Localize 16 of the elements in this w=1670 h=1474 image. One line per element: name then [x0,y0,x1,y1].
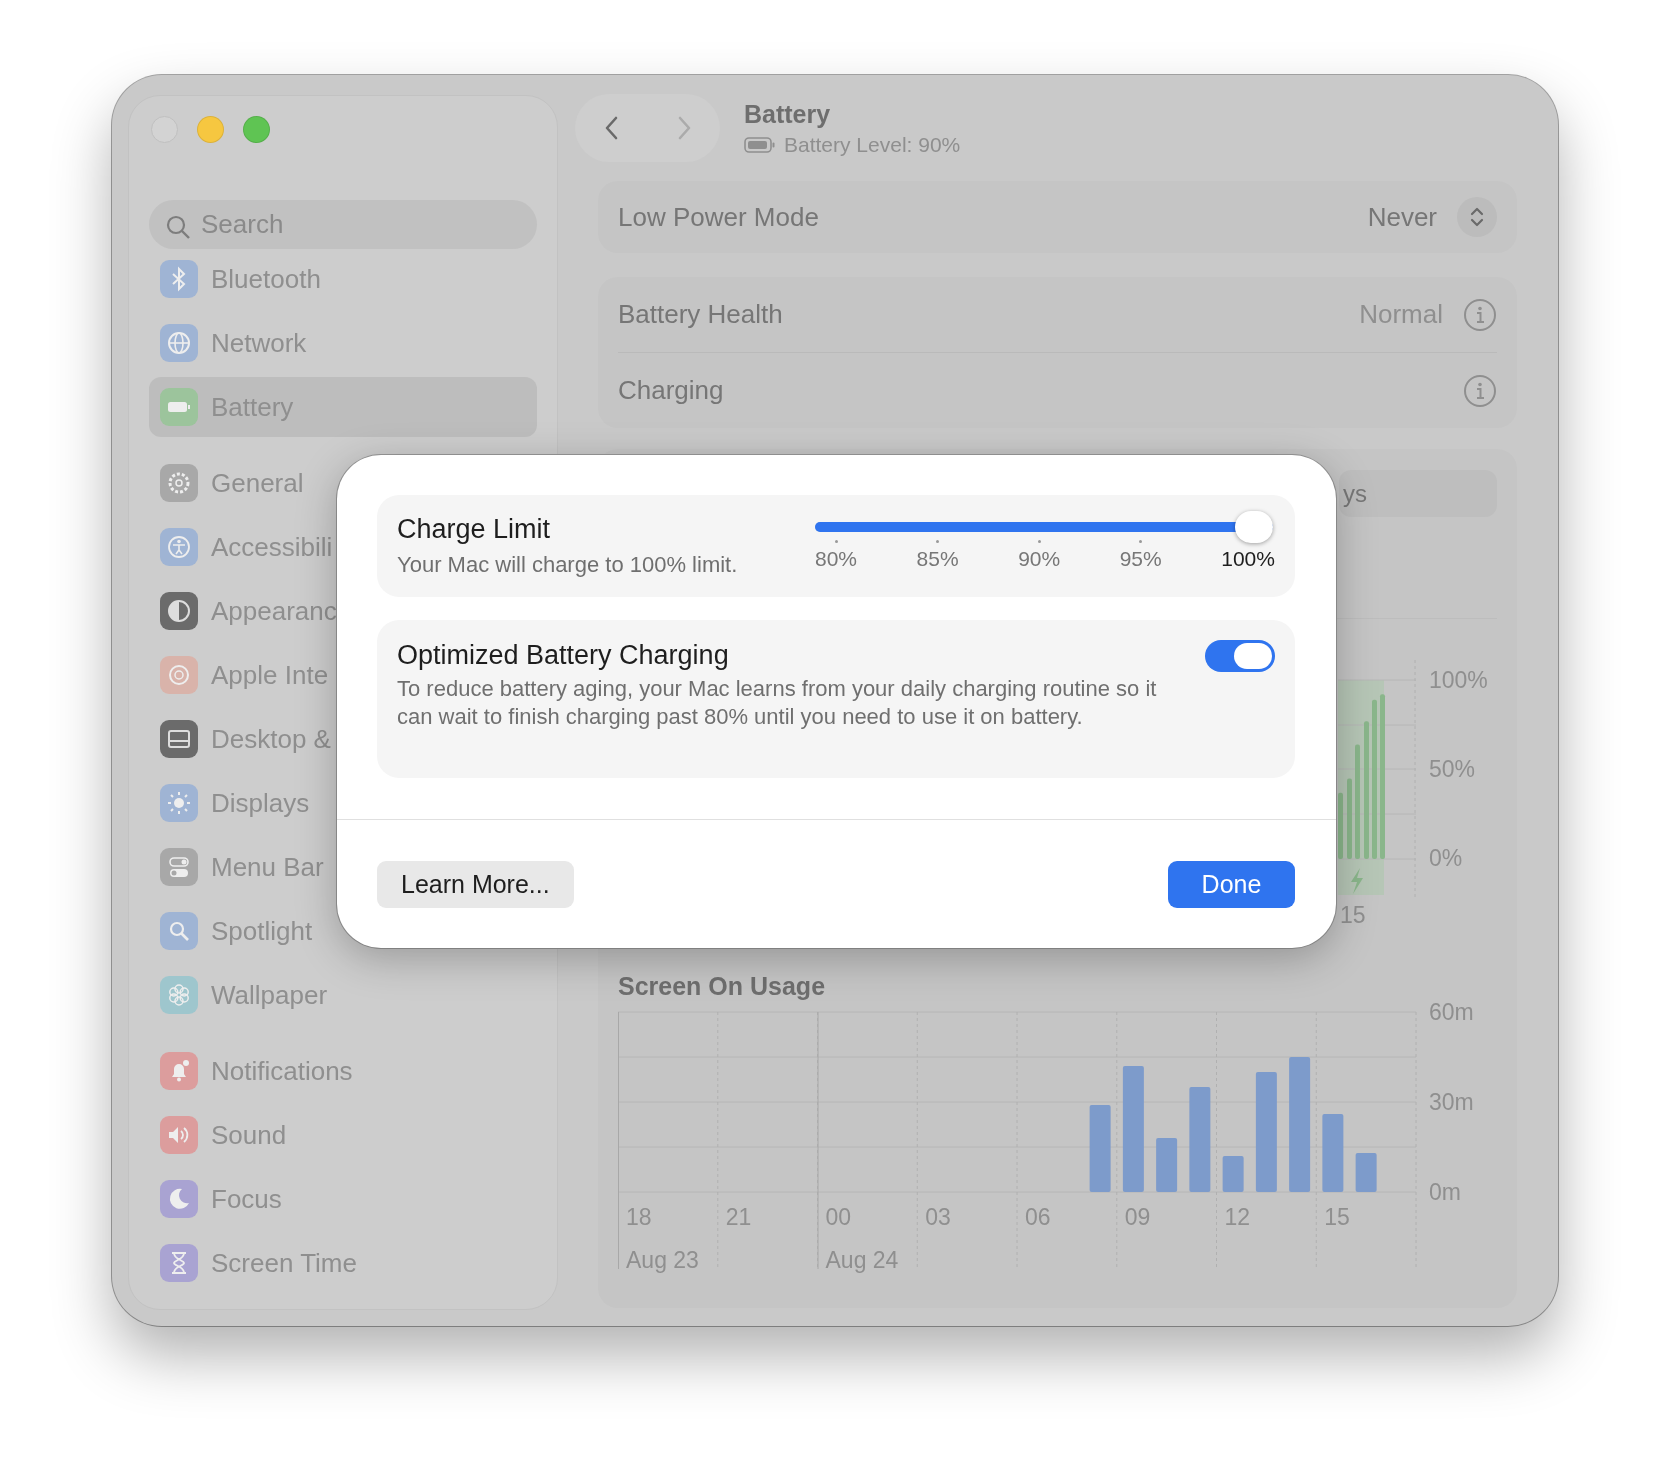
chart-title: Screen On Usage [618,973,826,1000]
setting-value: Never [1367,201,1437,233]
setting-description: Your Mac will charge to 100% limit. [397,550,738,579]
tick-label: 95% [1119,546,1162,571]
tick-label: 100% [1221,546,1275,571]
setting-title: Charge Limit [397,513,552,545]
tick-label: 90% [1018,546,1061,571]
setting-label: Low Power Mode [618,201,819,233]
setting-label: Battery Health [618,299,783,330]
battery-level-text: Battery Level: 90% [784,132,961,157]
setting-description: To reduce battery aging, your Mac learns from your daily charging routine so it can wait to finish charging past 80% until you need to use it on battery. [397,675,1158,730]
setting-title: Optimized Battery Charging [397,640,730,671]
tick-label: 80% [815,546,858,571]
tick-label: 85% [916,546,959,571]
page-title: Battery [744,99,832,129]
setting-label: Charging [618,375,724,406]
